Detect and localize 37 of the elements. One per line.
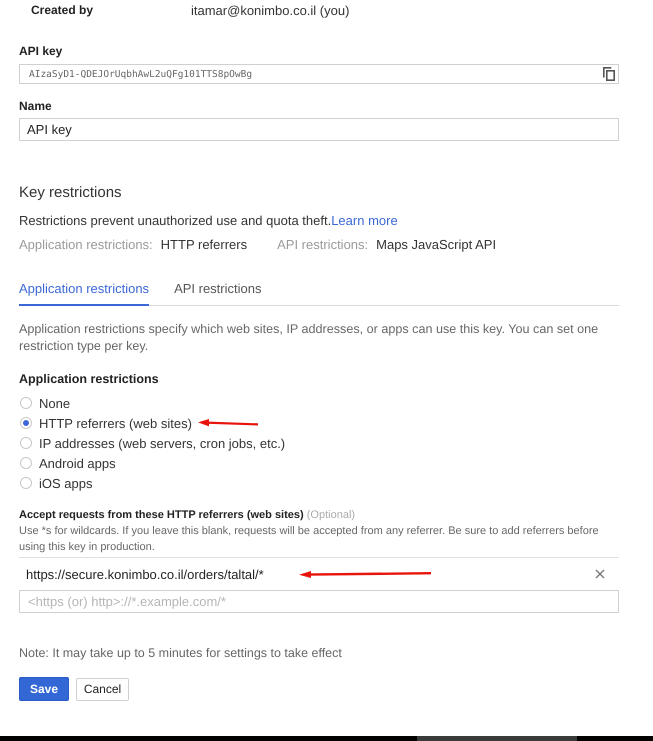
- restrictions-description: Restrictions prevent unauthorized use and quota theft.: [19, 213, 332, 228]
- summary-label: API restrictions:: [277, 237, 368, 253]
- cancel-button[interactable]: Cancel: [76, 678, 129, 700]
- api-key-label: API key: [19, 44, 62, 58]
- radio-button[interactable]: [20, 397, 32, 409]
- referrer-url: https://secure.konimbo.co.il/orders/taltal/*: [26, 566, 264, 582]
- radio-button[interactable]: [20, 417, 32, 429]
- learn-more-link[interactable]: Learn more: [331, 213, 398, 228]
- created-by-value: itamar@konimbo.co.il (you): [191, 2, 350, 18]
- scrollbar-thumb[interactable]: [417, 736, 577, 741]
- tab[interactable]: Application restrictions: [19, 278, 150, 306]
- summary-value: HTTP referrers: [160, 237, 248, 253]
- copy-icon[interactable]: [603, 67, 615, 81]
- option-label[interactable]: iOS apps: [39, 476, 92, 490]
- tab-description: Application restrictions specify which web sites, IP addresses, or apps can use this key. You can set one restriction type per key.: [19, 321, 600, 355]
- section-subtitle: Application restrictions: [19, 372, 159, 386]
- name-field[interactable]: API key: [19, 118, 619, 141]
- referrer-input-field[interactable]: <https (or) http>://*.example.com/*: [19, 590, 619, 613]
- referrers-heading: Accept requests from these HTTP referrers (web sites) (Optional): [19, 508, 356, 522]
- note-text: Note: It may take up to 5 minutes for settings to take effect: [19, 645, 343, 661]
- option-label[interactable]: None: [39, 396, 70, 410]
- close-icon[interactable]: [595, 569, 605, 579]
- radio-button[interactable]: [20, 477, 32, 489]
- tab[interactable]: API restrictions: [174, 278, 262, 306]
- api-key-field[interactable]: AIzaSyD1-QDEJOrUqbhAwL2uQFg101TTS8pOwBg: [19, 64, 619, 84]
- section-title: Key restrictions: [19, 184, 122, 201]
- radio-button[interactable]: [20, 437, 32, 449]
- radio-button[interactable]: [20, 457, 32, 469]
- created-by-label: Created by: [31, 3, 94, 17]
- option-label[interactable]: HTTP referrers (web sites): [39, 416, 192, 430]
- option-label[interactable]: Android apps: [39, 456, 116, 470]
- summary-label: Application restrictions:: [19, 237, 153, 253]
- save-button[interactable]: Save: [19, 677, 69, 701]
- option-label[interactable]: IP addresses (web servers, cron jobs, etc.): [39, 436, 286, 450]
- name-label: Name: [19, 99, 52, 113]
- summary-value: Maps JavaScript API: [376, 237, 496, 253]
- referrers-help-text: Use *s for wildcards. If you leave this blank, requests will be accepted from any referrer. Be sure to add referrers before using this key in production.: [19, 524, 600, 555]
